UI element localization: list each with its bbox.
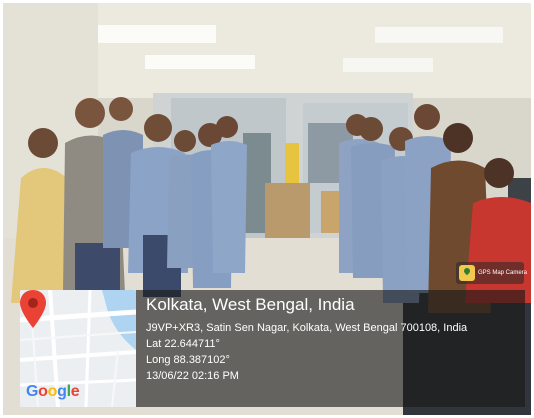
location-info: Kolkata, West Bengal, India J9VP+XR3, Sa… (136, 290, 525, 407)
location-pin-icon (20, 290, 46, 328)
google-logo: Google (26, 383, 80, 400)
app-badge: GPS Map Camera (456, 262, 528, 284)
longitude-text: Long 88.387102° (146, 354, 230, 366)
datetime-text: 13/06/22 02:16 PM (146, 370, 239, 382)
photo-frame: GPS Map Camera Google Kolkata, West Beng… (0, 0, 534, 418)
map-thumbnail: Google (20, 290, 136, 407)
location-title: Kolkata, West Bengal, India (146, 295, 355, 314)
address-text: J9VP+XR3, Satin Sen Nagar, Kolkata, West… (146, 322, 468, 334)
map-camera-icon (459, 265, 475, 281)
geotag-card: Google Kolkata, West Bengal, India J9VP+… (20, 290, 525, 407)
app-badge-label: GPS Map Camera (478, 270, 528, 276)
latitude-text: Lat 22.644711° (146, 338, 220, 350)
